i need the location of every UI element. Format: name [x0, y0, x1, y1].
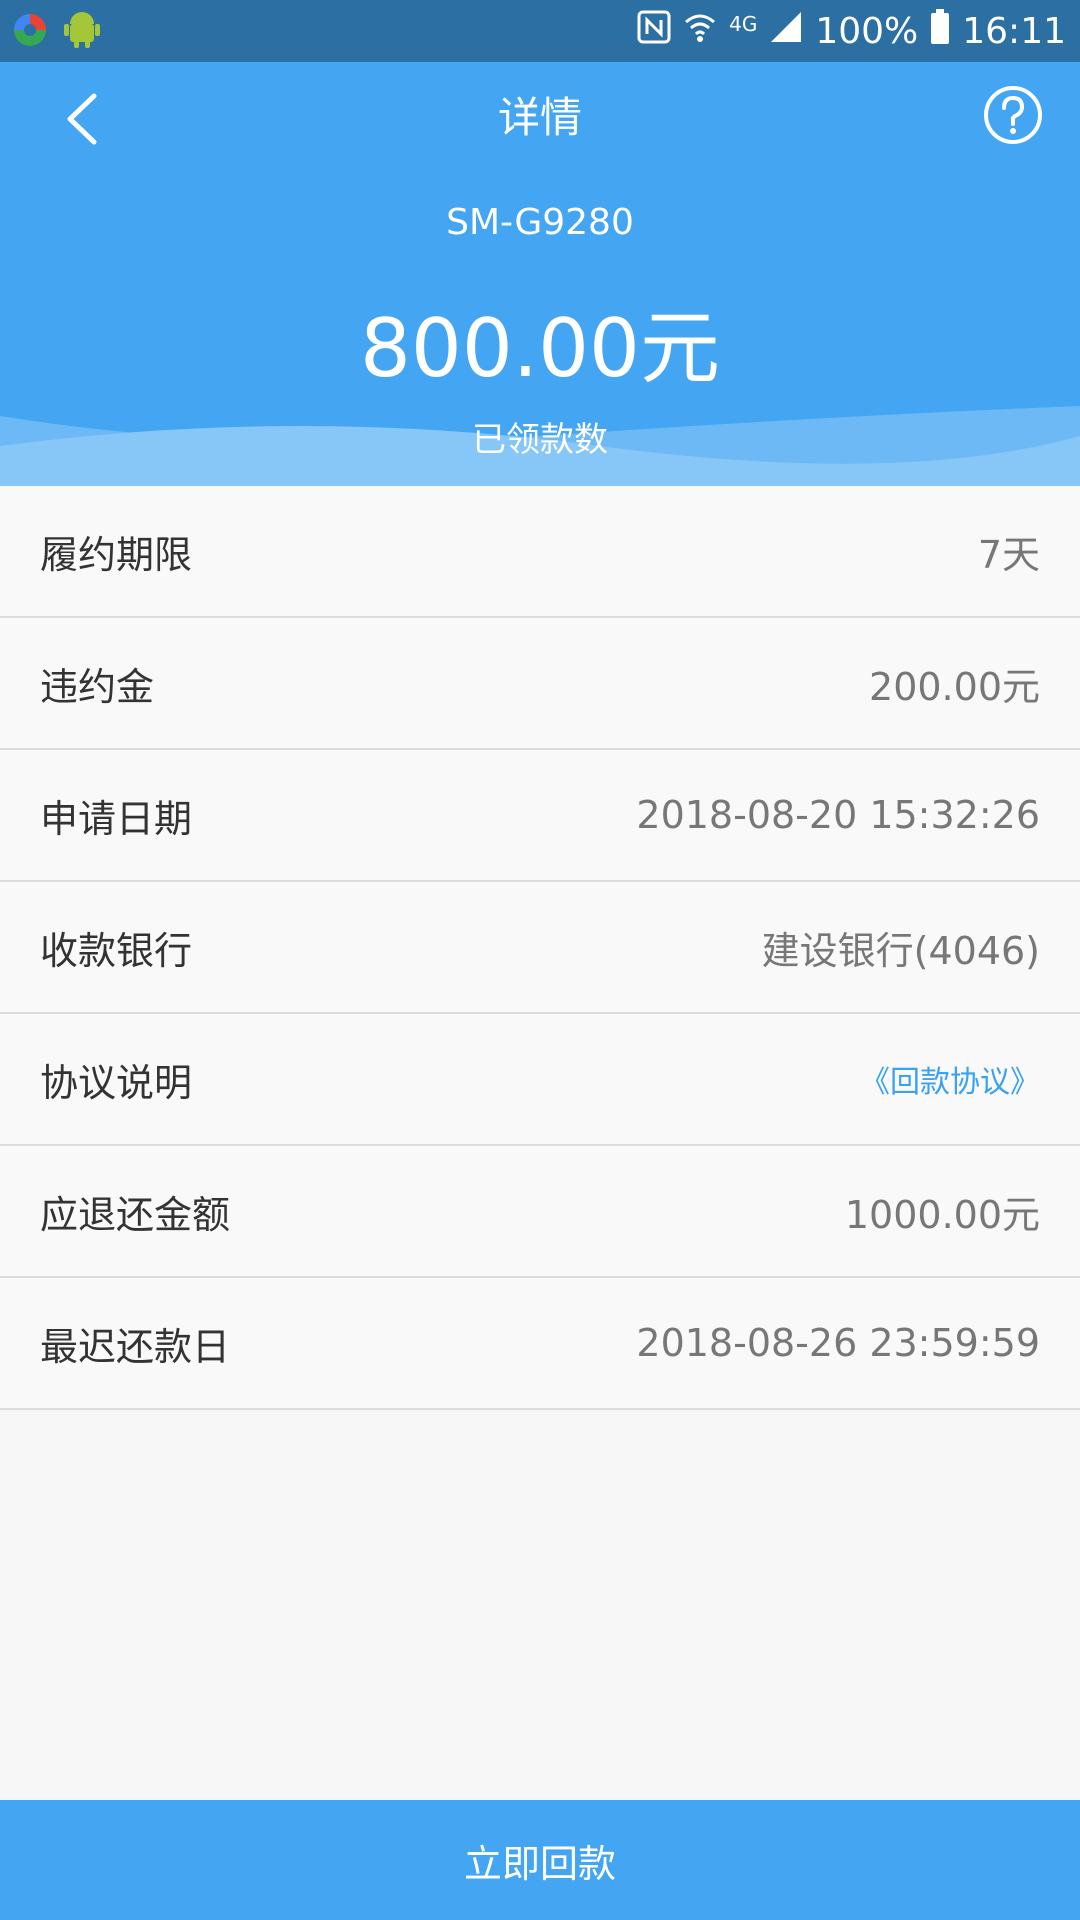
page-title: 详情 [497, 93, 582, 142]
clock: 16:11 [962, 10, 1066, 52]
wifi-icon [683, 10, 717, 53]
row-value: 建设银行(4046) [761, 928, 1040, 973]
row-label: 应退还金额 [40, 1192, 231, 1237]
android-icon [64, 10, 100, 54]
row-agreement: 协议说明 《回款协议》 [0, 1014, 1080, 1146]
battery-level: 100% [815, 10, 919, 52]
network-type: 4G [729, 12, 758, 36]
row-apply-date: 申请日期 2018-08-20 15:32:26 [0, 750, 1080, 882]
status-bar: 4G 100% 16:11 [0, 0, 1080, 62]
row-label: 申请日期 [40, 796, 193, 841]
help-icon [984, 86, 1042, 144]
device-model: SM-G9280 [446, 202, 634, 243]
header: 详情 SM-G9280 800.00元 已领款数 [0, 62, 1080, 486]
row-value: 1000.00元 [844, 1192, 1040, 1237]
nfc-icon [637, 10, 671, 53]
row-label: 协议说明 [40, 1060, 193, 1105]
battery-icon [930, 8, 950, 54]
row-deadline: 最迟还款日 2018-08-26 23:59:59 [0, 1278, 1080, 1410]
row-value: 7天 [977, 532, 1040, 577]
row-term: 履约期限 7天 [0, 486, 1080, 618]
received-amount-label: 已领款数 [472, 420, 608, 460]
row-penalty: 违约金 200.00元 [0, 618, 1080, 750]
row-label: 履约期限 [40, 532, 193, 577]
received-amount: 800.00元 [360, 302, 720, 395]
row-label: 违约金 [40, 664, 155, 709]
help-button[interactable] [982, 84, 1044, 146]
app-icon [10, 10, 50, 54]
repay-now-button[interactable]: 立即回款 [0, 1800, 1080, 1920]
row-value: 2018-08-20 15:32:26 [636, 793, 1040, 837]
row-label: 最迟还款日 [40, 1324, 231, 1369]
row-value: 200.00元 [869, 664, 1040, 709]
row-refund-amount: 应退还金额 1000.00元 [0, 1146, 1080, 1278]
agreement-link[interactable]: 《回款协议》 [860, 1057, 1040, 1101]
row-value: 2018-08-26 23:59:59 [636, 1321, 1040, 1365]
detail-list: 履约期限 7天 违约金 200.00元 申请日期 2018-08-20 15:3… [0, 486, 1080, 1410]
row-bank: 收款银行 建设银行(4046) [0, 882, 1080, 1014]
signal-icon [769, 10, 803, 53]
row-label: 收款银行 [40, 928, 193, 973]
